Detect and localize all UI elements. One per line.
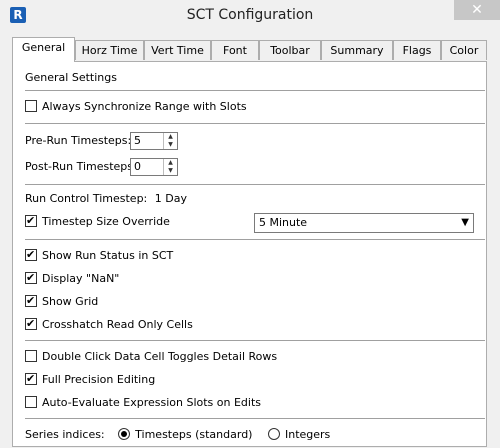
post-run-label: Post-Run Timesteps:: [25, 160, 137, 173]
general-panel: General Settings Always Synchronize Rang…: [12, 61, 487, 447]
tab-toolbar[interactable]: Toolbar: [259, 40, 321, 60]
radio-icon[interactable]: [118, 428, 131, 440]
crosshatch-checkbox[interactable]: Crosshatch Read Only Cells: [25, 315, 193, 334]
section-label: General Settings: [25, 71, 117, 84]
spin-up-icon[interactable]: ▲: [164, 159, 177, 167]
double-click-checkbox[interactable]: Double Click Data Cell Toggles Detail Ro…: [25, 348, 277, 366]
series-indices-label: Series indices:: [25, 428, 105, 441]
divider: [25, 90, 485, 91]
divider: [25, 184, 485, 185]
tab-color[interactable]: Color: [441, 40, 487, 60]
tab-general[interactable]: General: [12, 37, 75, 62]
run-control-label: Run Control Timestep:: [25, 192, 148, 205]
series-indices-row: Series indices: Timesteps (standard) Int…: [25, 426, 330, 444]
tab-font[interactable]: Font: [211, 40, 259, 60]
timestep-override-checkbox[interactable]: Timestep Size Override: [25, 212, 170, 231]
show-grid-checkbox[interactable]: Show Grid: [25, 292, 98, 311]
checkbox-icon[interactable]: [25, 292, 37, 310]
checkbox-icon[interactable]: [25, 269, 37, 287]
radio-timesteps[interactable]: Timesteps (standard): [118, 428, 252, 441]
chevron-down-icon: ▼: [461, 217, 469, 228]
always-sync-checkbox[interactable]: Always Synchronize Range with Slots: [25, 98, 247, 116]
tab-vert-time[interactable]: Vert Time: [144, 40, 211, 60]
divider: [25, 418, 485, 419]
window-title: SCT Configuration: [186, 7, 314, 23]
close-button[interactable]: ✕: [454, 0, 500, 20]
checkbox-icon[interactable]: [25, 246, 37, 264]
spin-down-icon[interactable]: ▼: [164, 141, 177, 149]
title-bar: R SCT Configuration ✕: [0, 0, 500, 33]
full-precision-checkbox[interactable]: Full Precision Editing: [25, 370, 155, 389]
post-run-value[interactable]: 0: [134, 159, 141, 175]
show-run-status-checkbox[interactable]: Show Run Status in SCT: [25, 246, 173, 265]
tab-flags[interactable]: Flags: [393, 40, 441, 60]
divider: [25, 239, 485, 240]
divider: [25, 340, 485, 341]
display-nan-checkbox[interactable]: Display "NaN": [25, 269, 119, 288]
tab-horz-time[interactable]: Horz Time: [75, 40, 144, 60]
checkbox-icon[interactable]: [25, 396, 37, 408]
timestep-size-select[interactable]: 5 Minute ▼: [254, 213, 474, 233]
checkbox-icon[interactable]: [25, 370, 37, 388]
auto-evaluate-checkbox[interactable]: Auto-Evaluate Expression Slots on Edits: [25, 394, 261, 412]
checkbox-icon[interactable]: [25, 315, 37, 333]
checkbox-icon[interactable]: [25, 100, 37, 112]
pre-run-stepper[interactable]: 5 ▲ ▼: [130, 132, 178, 150]
radio-integers[interactable]: Integers: [267, 428, 330, 441]
checkbox-icon[interactable]: [25, 350, 37, 362]
post-run-stepper[interactable]: 0 ▲ ▼: [130, 158, 178, 176]
checkbox-icon[interactable]: [25, 212, 37, 230]
radio-icon[interactable]: [267, 428, 280, 440]
run-control-row: Run Control Timestep: 1 Day: [25, 190, 187, 208]
pre-run-value[interactable]: 5: [134, 133, 141, 149]
pre-run-label: Pre-Run Timesteps:: [25, 134, 132, 147]
run-control-value: 1 Day: [154, 192, 187, 205]
divider: [25, 123, 485, 124]
spin-up-icon[interactable]: ▲: [164, 133, 177, 141]
spin-down-icon[interactable]: ▼: [164, 167, 177, 175]
tab-summary[interactable]: Summary: [321, 40, 393, 60]
